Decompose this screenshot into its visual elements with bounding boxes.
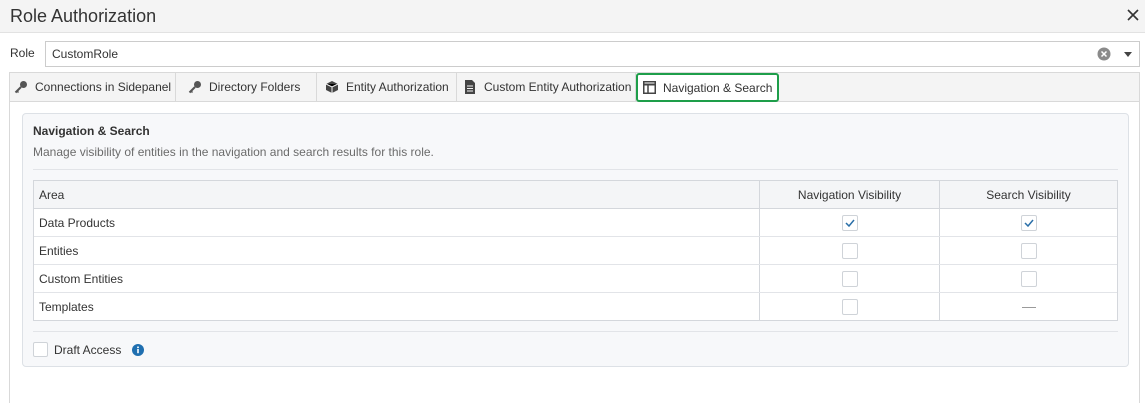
clear-icon: [1097, 47, 1111, 61]
column-header-navigation-visibility[interactable]: Navigation Visibility: [759, 181, 939, 208]
role-select[interactable]: CustomRole: [45, 41, 1140, 67]
table-row: Custom Entities: [34, 265, 1117, 293]
tab-label: Connections in Sidepanel: [35, 80, 172, 94]
search-cell: [939, 293, 1117, 321]
dialog-titlebar: Role Authorization: [0, 0, 1145, 33]
divider: [33, 331, 1118, 332]
panel-description: Manage visibility of entities in the nav…: [33, 145, 434, 159]
search-visibility-checkbox[interactable]: [1020, 270, 1037, 287]
dialog-title: Role Authorization: [10, 6, 157, 26]
navigation-cell: [759, 209, 939, 236]
table-row: Entities: [34, 237, 1117, 265]
column-header-area[interactable]: Area: [34, 181, 759, 208]
role-label: Role: [10, 46, 35, 60]
layout-icon: [642, 81, 656, 95]
navigation-cell: [759, 265, 939, 292]
dropdown-button[interactable]: [1121, 47, 1135, 61]
area-cell: Custom Entities: [39, 271, 124, 286]
search-cell: [939, 265, 1117, 292]
document-icon: [463, 80, 477, 94]
role-value: CustomRole: [52, 47, 119, 61]
tab-label: Custom Entity Authorization: [484, 80, 632, 94]
navigation-search-panel: Navigation & Search Manage visibility of…: [22, 113, 1129, 367]
tab-label: Entity Authorization: [346, 80, 449, 94]
visibility-table: Area Navigation Visibility Search Visibi…: [33, 180, 1118, 321]
tab-connections-in-sidepanel[interactable]: Connections in Sidepanel: [10, 73, 176, 101]
tab-navigation-and-search[interactable]: Navigation & Search: [636, 73, 779, 102]
tab-entity-authorization[interactable]: Entity Authorization: [317, 73, 457, 101]
navigation-visibility-checkbox[interactable]: [841, 214, 858, 231]
search-visibility-checkbox[interactable]: [1020, 214, 1037, 231]
info-icon[interactable]: [132, 343, 145, 356]
area-cell: Entities: [39, 243, 79, 258]
clear-role-button[interactable]: [1097, 47, 1111, 61]
tab-custom-entity-authorization[interactable]: Custom Entity Authorization: [457, 73, 636, 101]
table-row: Data Products: [34, 209, 1117, 237]
column-header-search-visibility[interactable]: Search Visibility: [939, 181, 1117, 208]
tab-label: Directory Folders: [209, 80, 301, 94]
close-icon: [1127, 9, 1139, 21]
not-applicable-dash: [1021, 306, 1036, 308]
draft-access-label: Draft Access: [54, 342, 122, 357]
search-cell: [939, 209, 1117, 236]
tab-bar: Connections in Sidepanel Directory Folde…: [9, 72, 1140, 102]
close-button[interactable]: [1124, 5, 1142, 25]
draft-access-checkbox[interactable]: [33, 342, 48, 357]
divider: [33, 169, 1118, 170]
checkmark-icon: [1023, 219, 1034, 227]
search-visibility-checkbox[interactable]: [1020, 242, 1037, 259]
area-cell: Templates: [39, 300, 94, 314]
tab-label: Navigation & Search: [663, 80, 773, 95]
checkmark-icon: [844, 219, 855, 227]
tab-directory-folders[interactable]: Directory Folders: [176, 73, 317, 101]
table-header: Area Navigation Visibility Search Visibi…: [34, 181, 1117, 209]
table-row: Templates: [34, 293, 1117, 321]
panel-title: Navigation & Search: [33, 124, 150, 138]
navigation-cell: [759, 237, 939, 264]
area-cell: Data Products: [39, 215, 116, 230]
navigation-visibility-checkbox[interactable]: [841, 242, 858, 259]
key-icon: [14, 80, 28, 94]
navigation-visibility-checkbox[interactable]: [841, 299, 858, 315]
cube-icon: [325, 80, 339, 94]
draft-access-option: Draft Access: [33, 342, 145, 357]
caret-down-icon: [1124, 51, 1132, 57]
navigation-visibility-checkbox[interactable]: [841, 270, 858, 287]
search-cell: [939, 237, 1117, 264]
key-icon: [188, 80, 202, 94]
navigation-cell: [759, 293, 939, 321]
